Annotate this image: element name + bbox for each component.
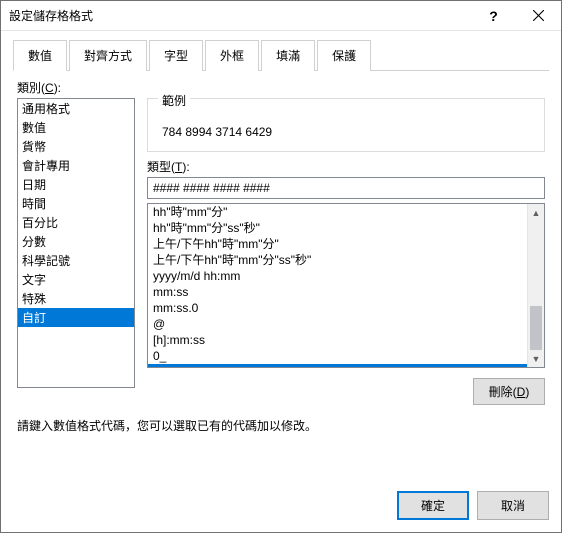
tab-font[interactable]: 字型 bbox=[149, 40, 203, 71]
scroll-thumb[interactable] bbox=[530, 306, 542, 350]
dialog-title: 設定儲存格格式 bbox=[9, 7, 471, 24]
list-item[interactable]: [h]:mm:ss bbox=[148, 332, 527, 348]
format-cells-dialog: 設定儲存格格式 ? 數值 對齊方式 字型 外框 填滿 保護 類別(C): 通用格 bbox=[0, 0, 562, 533]
category-list[interactable]: 通用格式 數值 貨幣 會計專用 日期 時間 百分比 分數 科學記號 文字 特殊 … bbox=[17, 98, 135, 388]
list-item-custom[interactable]: 自訂 bbox=[18, 308, 134, 327]
scroll-track[interactable] bbox=[528, 221, 544, 350]
tab-protection[interactable]: 保護 bbox=[317, 40, 371, 71]
list-item[interactable]: 特殊 bbox=[18, 289, 134, 308]
sample-value: 784 8994 3714 6429 bbox=[158, 123, 534, 141]
type-accel: T bbox=[175, 160, 182, 174]
help-icon[interactable]: ? bbox=[471, 1, 516, 30]
sample-fieldset: 範例 784 8994 3714 6429 bbox=[147, 98, 545, 152]
dialog-footer: 確定 取消 bbox=[1, 479, 561, 532]
type-input[interactable] bbox=[147, 177, 545, 199]
list-item[interactable]: 會計專用 bbox=[18, 156, 134, 175]
dialog-content: 數值 對齊方式 字型 外框 填滿 保護 類別(C): 通用格式 數值 貨幣 會計… bbox=[1, 31, 561, 479]
list-item[interactable]: 百分比 bbox=[18, 213, 134, 232]
tab-strip: 數值 對齊方式 字型 外框 填滿 保護 bbox=[13, 39, 549, 71]
tab-body: 類別(C): 通用格式 數值 貨幣 會計專用 日期 時間 百分比 分數 科學記號… bbox=[13, 71, 549, 467]
category-label-text: 類別 bbox=[17, 81, 41, 95]
category-column: 通用格式 數值 貨幣 會計專用 日期 時間 百分比 分數 科學記號 文字 特殊 … bbox=[17, 98, 135, 405]
list-item[interactable]: 上午/下午hh"時"mm"分"ss"秒" bbox=[148, 252, 527, 268]
list-item[interactable]: hh"時"mm"分"ss"秒" bbox=[148, 220, 527, 236]
list-item[interactable]: 通用格式 bbox=[18, 99, 134, 118]
main-row: 通用格式 數值 貨幣 會計專用 日期 時間 百分比 分數 科學記號 文字 特殊 … bbox=[17, 98, 545, 405]
ok-button[interactable]: 確定 bbox=[397, 491, 469, 520]
list-item[interactable]: mm:ss.0 bbox=[148, 300, 527, 316]
tab-border[interactable]: 外框 bbox=[205, 40, 259, 71]
category-accel: C bbox=[45, 81, 54, 95]
list-item[interactable]: @ bbox=[148, 316, 527, 332]
tab-fill[interactable]: 填滿 bbox=[261, 40, 315, 71]
delete-button-text: 刪除 bbox=[489, 385, 513, 399]
list-item[interactable]: 文字 bbox=[18, 270, 134, 289]
close-icon[interactable] bbox=[516, 1, 561, 30]
list-item[interactable]: yyyy/m/d hh:mm bbox=[148, 268, 527, 284]
delete-button[interactable]: 刪除(D) bbox=[473, 378, 545, 405]
list-item[interactable]: 0_ bbox=[148, 348, 527, 364]
type-list-container: hh"時"mm"分" hh"時"mm"分"ss"秒" 上午/下午hh"時"mm"… bbox=[147, 203, 545, 368]
cancel-button[interactable]: 取消 bbox=[477, 491, 549, 520]
list-item[interactable]: 貨幣 bbox=[18, 137, 134, 156]
spacer bbox=[17, 434, 545, 467]
scroll-down-icon[interactable]: ▼ bbox=[528, 350, 544, 367]
list-item[interactable]: 數值 bbox=[18, 118, 134, 137]
titlebar-controls: ? bbox=[471, 1, 561, 30]
scrollbar[interactable]: ▲ ▼ bbox=[527, 204, 544, 367]
titlebar: 設定儲存格格式 ? bbox=[1, 1, 561, 31]
list-item[interactable]: hh"時"mm"分" bbox=[148, 204, 527, 220]
list-item[interactable]: mm:ss bbox=[148, 284, 527, 300]
list-item[interactable]: 時間 bbox=[18, 194, 134, 213]
type-label: 類型(T): bbox=[147, 158, 545, 175]
right-column: 範例 784 8994 3714 6429 類型(T): hh"時"mm"分" … bbox=[147, 98, 545, 405]
type-label-text: 類型 bbox=[147, 160, 171, 174]
list-item-selected[interactable]: #### #### #### #### bbox=[148, 364, 527, 367]
list-item[interactable]: 上午/下午hh"時"mm"分" bbox=[148, 236, 527, 252]
tab-alignment[interactable]: 對齊方式 bbox=[69, 40, 147, 71]
category-label: 類別(C): bbox=[17, 79, 545, 96]
list-item[interactable]: 分數 bbox=[18, 232, 134, 251]
type-list[interactable]: hh"時"mm"分" hh"時"mm"分"ss"秒" 上午/下午hh"時"mm"… bbox=[148, 204, 527, 367]
delete-accel: D bbox=[517, 385, 526, 399]
tab-number[interactable]: 數值 bbox=[13, 40, 67, 71]
scroll-up-icon[interactable]: ▲ bbox=[528, 204, 544, 221]
list-item[interactable]: 日期 bbox=[18, 175, 134, 194]
delete-row: 刪除(D) bbox=[147, 378, 545, 405]
hint-text: 請鍵入數值格式代碼，您可以選取已有的代碼加以修改。 bbox=[17, 417, 545, 434]
list-item[interactable]: 科學記號 bbox=[18, 251, 134, 270]
sample-legend: 範例 bbox=[158, 92, 190, 109]
